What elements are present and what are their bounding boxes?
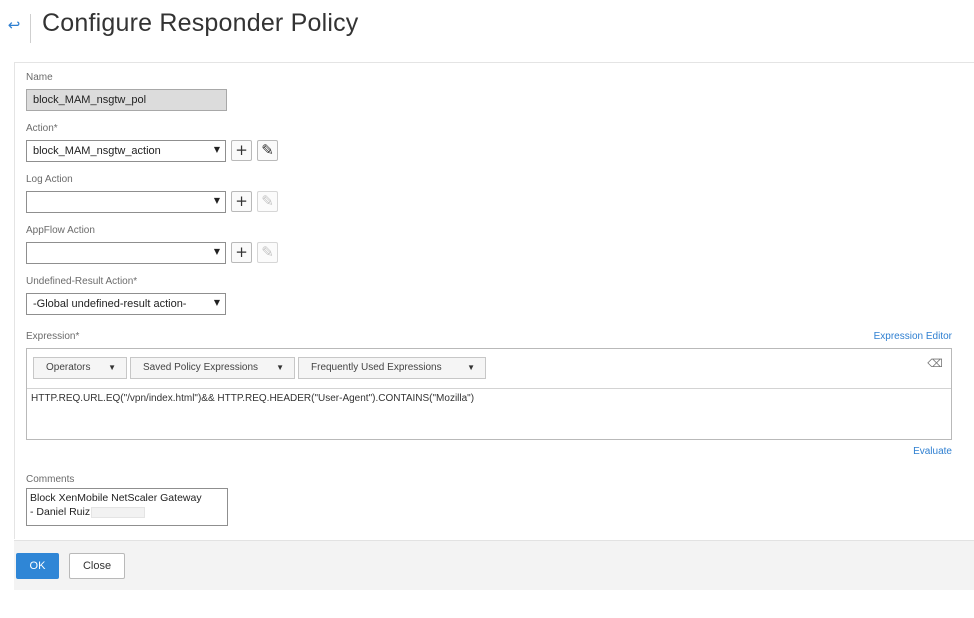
expression-label: Expression* — [26, 331, 80, 342]
form-footer: OK Close — [14, 540, 974, 590]
chevron-down-icon: ▼ — [213, 247, 220, 256]
edit-appflow-action-button[interactable]: ✎ — [257, 242, 278, 263]
log-action-select[interactable]: ▼ — [26, 191, 226, 213]
pencil-icon: ✎ — [261, 192, 274, 210]
redacted-text — [91, 506, 146, 518]
comments-label: Comments — [26, 474, 75, 485]
appflow-action-select[interactable]: ▼ — [26, 242, 226, 264]
comments-line-1: Block XenMobile NetScaler Gateway — [30, 492, 202, 504]
add-action-button[interactable]: + — [231, 140, 252, 161]
edit-action-button[interactable]: ✎ — [257, 140, 278, 161]
plus-icon: + — [235, 243, 248, 261]
undefined-result-action-select-value: -Global undefined-result action- — [26, 293, 226, 315]
chevron-down-icon: ▼ — [108, 363, 116, 372]
action-select[interactable]: block_MAM_nsgtw_action ▼ — [26, 140, 226, 162]
frequently-used-expressions-label: Frequently Used Expressions — [311, 362, 442, 373]
frequently-used-expressions-dropdown[interactable]: Frequently Used Expressions ▼ — [298, 357, 486, 379]
add-appflow-action-button[interactable]: + — [231, 242, 252, 263]
operators-dropdown[interactable]: Operators ▼ — [33, 357, 127, 379]
operators-label: Operators — [46, 362, 91, 373]
comments-line-2: - Daniel Ruiz — [30, 506, 91, 518]
pencil-icon: ✎ — [261, 243, 274, 261]
evaluate-link[interactable]: Evaluate — [913, 446, 952, 457]
name-field: block_MAM_nsgtw_pol — [26, 89, 227, 111]
action-select-value: block_MAM_nsgtw_action — [26, 140, 226, 162]
saved-policy-expressions-label: Saved Policy Expressions — [143, 362, 259, 373]
close-button[interactable]: Close — [69, 553, 125, 579]
page-header: ↩ Configure Responder Policy — [0, 0, 974, 58]
edit-log-action-button[interactable]: ✎ — [257, 191, 278, 212]
action-label: Action* — [26, 123, 58, 134]
name-label: Name — [26, 72, 53, 83]
undefined-result-action-label: Undefined-Result Action* — [26, 276, 138, 287]
chevron-down-icon: ▼ — [467, 363, 475, 372]
clear-expression-icon[interactable]: ⌫ — [927, 358, 943, 370]
expression-editor-link[interactable]: Expression Editor — [874, 331, 952, 342]
undefined-result-action-select[interactable]: -Global undefined-result action- ▼ — [26, 293, 226, 315]
chevron-down-icon: ▼ — [213, 196, 220, 205]
plus-icon: + — [235, 141, 248, 159]
back-arrow-icon[interactable]: ↩ — [6, 14, 22, 36]
expression-box: Operators ▼ Saved Policy Expressions ▼ F… — [26, 348, 952, 440]
comments-line-2-wrap: - Daniel Ruiz — [30, 505, 224, 519]
appflow-action-select-value — [26, 242, 226, 264]
appflow-action-label: AppFlow Action — [26, 225, 95, 236]
expression-input[interactable]: HTTP.REQ.URL.EQ("/vpn/index.html")&& HTT… — [31, 393, 474, 404]
chevron-down-icon: ▼ — [213, 145, 220, 154]
saved-policy-expressions-dropdown[interactable]: Saved Policy Expressions ▼ — [130, 357, 295, 379]
chevron-down-icon: ▼ — [276, 363, 284, 372]
pencil-icon: ✎ — [261, 141, 274, 159]
add-log-action-button[interactable]: + — [231, 191, 252, 212]
plus-icon: + — [235, 192, 248, 210]
expression-toolbar: Operators ▼ Saved Policy Expressions ▼ F… — [27, 349, 951, 389]
page-title: Configure Responder Policy — [42, 9, 359, 37]
comments-textarea[interactable]: Block XenMobile NetScaler Gateway - Dani… — [26, 488, 228, 526]
log-action-select-value — [26, 191, 226, 213]
ok-button[interactable]: OK — [16, 553, 59, 579]
chevron-down-icon: ▼ — [213, 298, 220, 307]
header-divider — [30, 14, 31, 43]
log-action-label: Log Action — [26, 174, 73, 185]
